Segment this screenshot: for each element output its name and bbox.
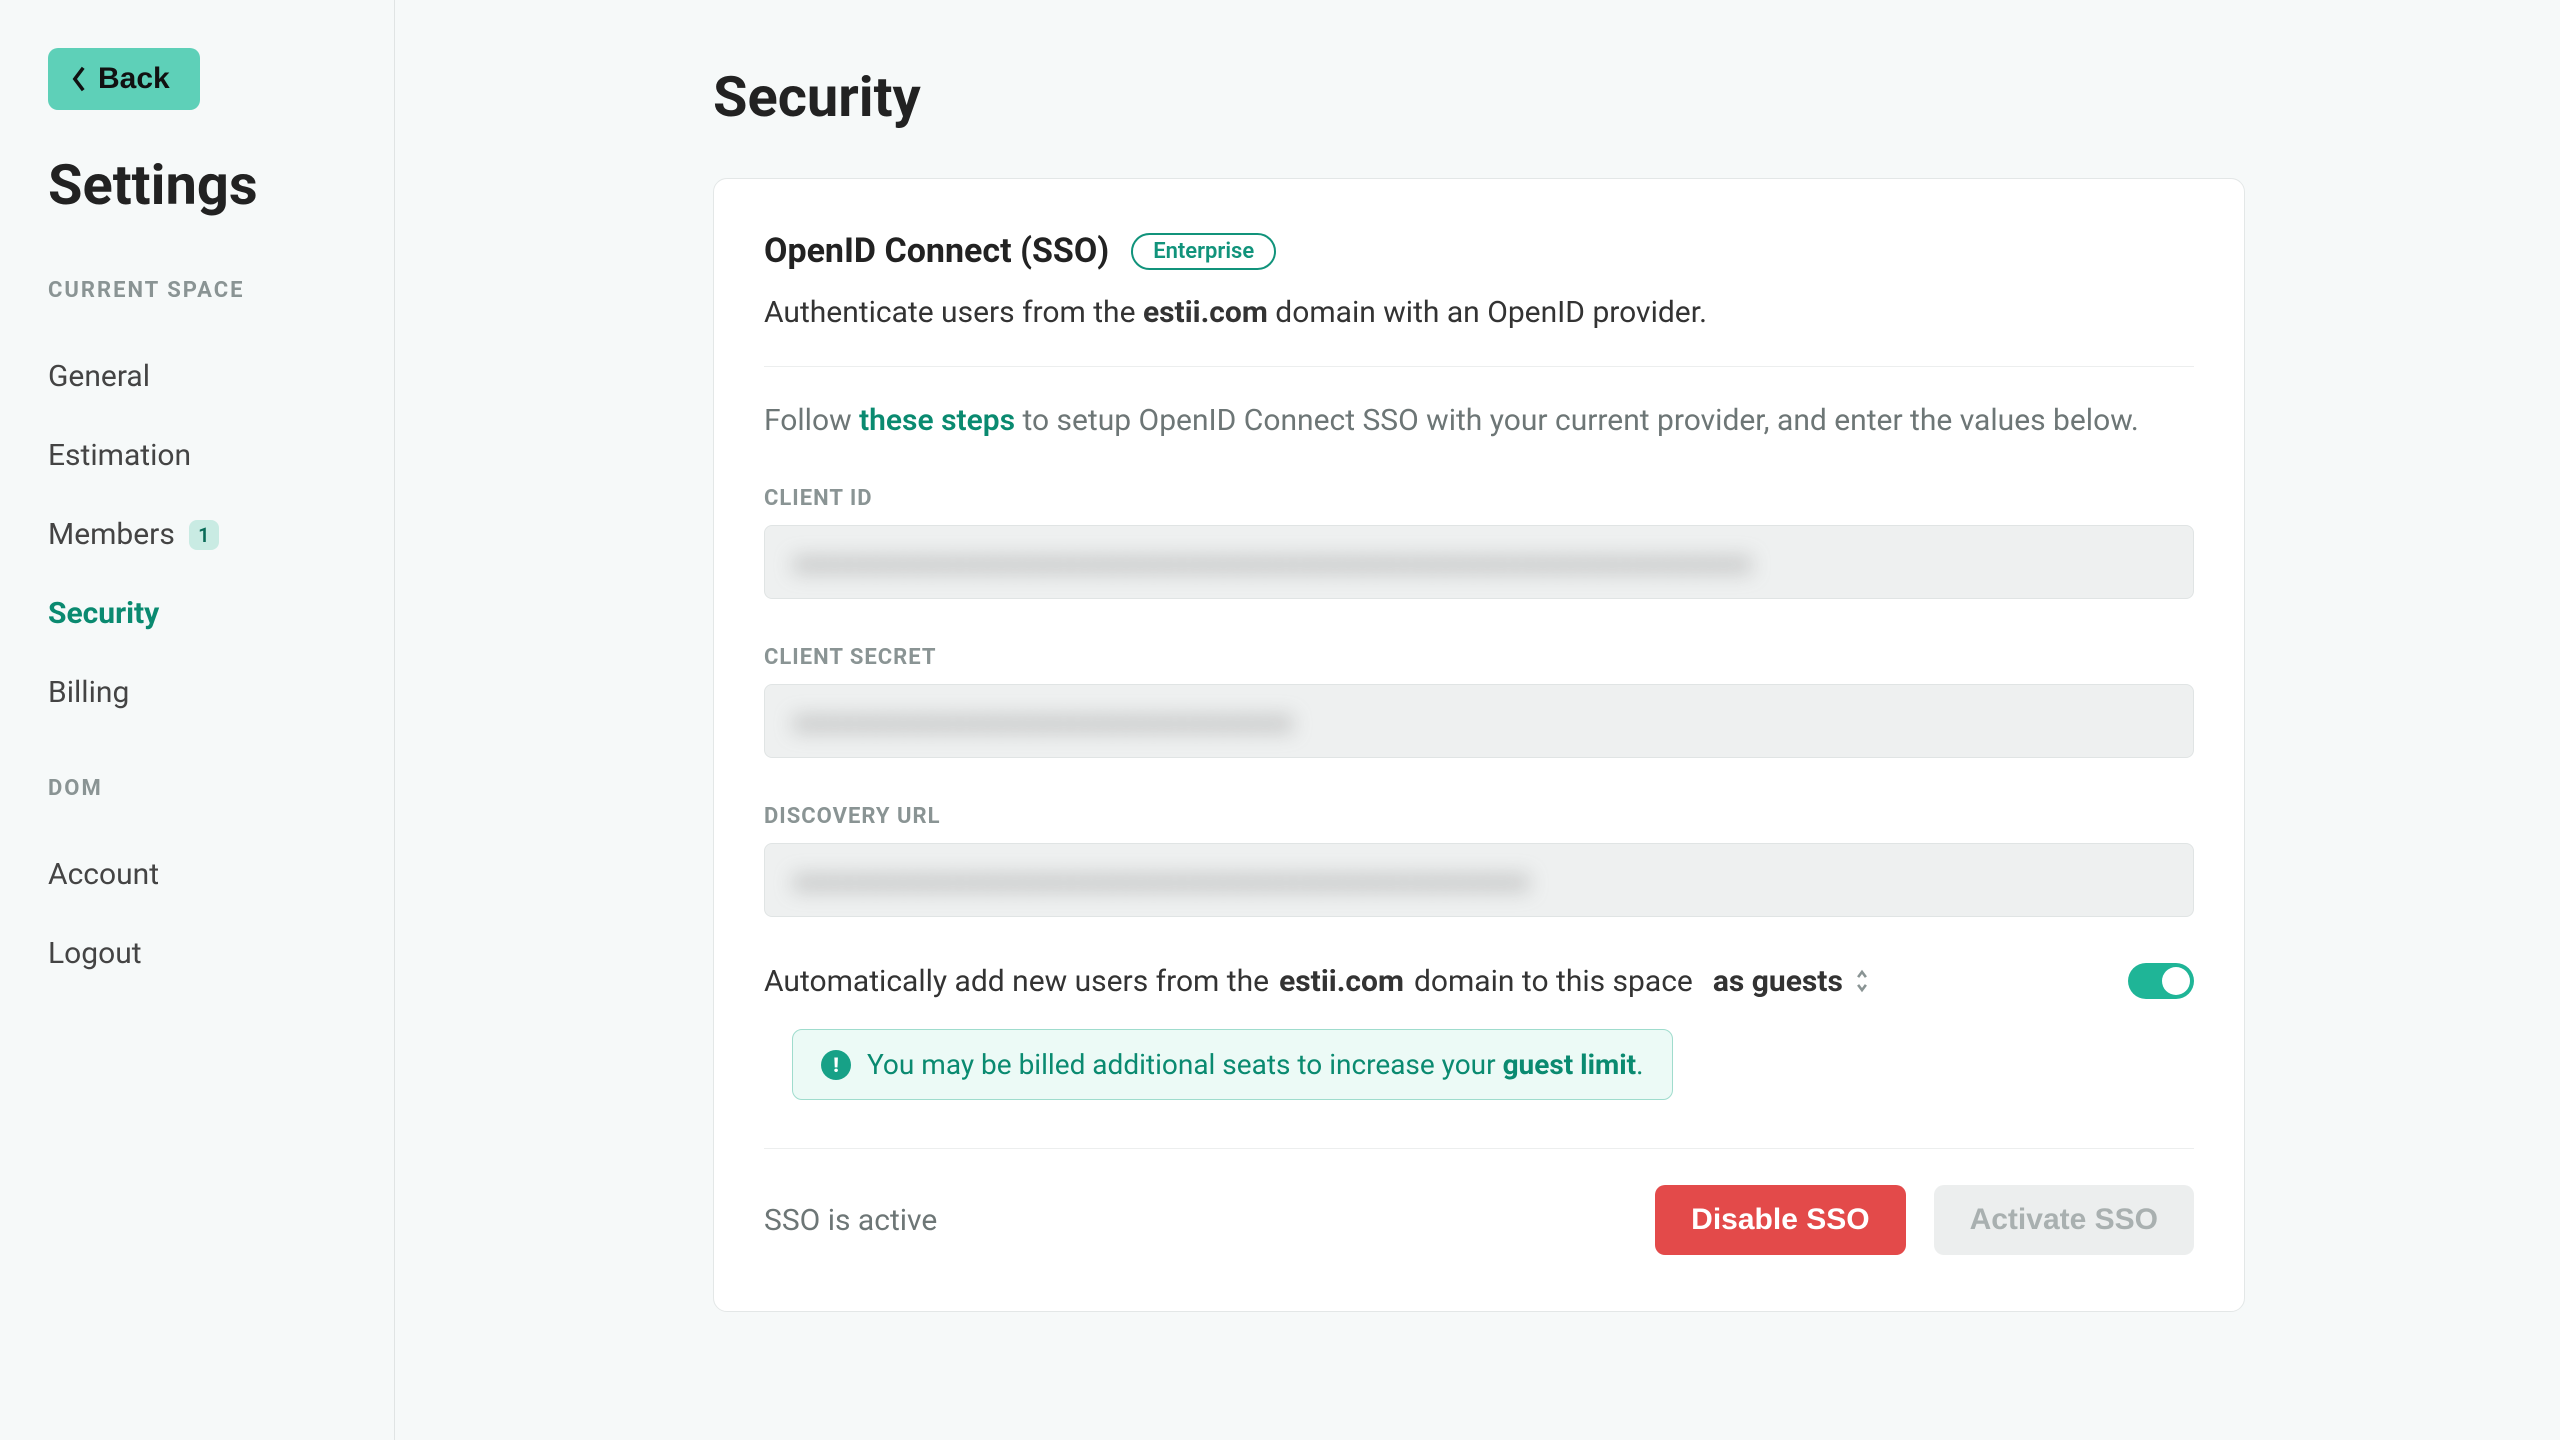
role-select[interactable]: as guests bbox=[1713, 964, 1871, 999]
client-secret-label: CLIENT SECRET bbox=[764, 645, 2194, 670]
sso-card: OpenID Connect (SSO) Enterprise Authenti… bbox=[713, 178, 2245, 1312]
client-id-label: CLIENT ID bbox=[764, 486, 2194, 511]
main-content: Security OpenID Connect (SSO) Enterprise… bbox=[395, 0, 2560, 1440]
sidebar-item-members[interactable]: Members 1 bbox=[48, 495, 346, 574]
auto-add-toggle[interactable] bbox=[2128, 963, 2194, 999]
sidebar-item-security[interactable]: Security bbox=[48, 574, 346, 653]
settings-title: Settings bbox=[48, 152, 346, 218]
members-count-badge: 1 bbox=[189, 520, 219, 550]
billing-info-box: ! You may be billed additional seats to … bbox=[792, 1029, 1673, 1100]
page-title: Security bbox=[713, 64, 2245, 130]
disable-sso-button[interactable]: Disable SSO bbox=[1655, 1185, 1905, 1255]
sso-subtitle: Authenticate users from the estii.com do… bbox=[764, 295, 2194, 330]
sidebar-item-estimation[interactable]: Estimation bbox=[48, 416, 346, 495]
client-id-input[interactable]: xxxxxxxxxxxxxxxxxxxxxxxxxxxxxxxxxxxxxxxx… bbox=[764, 525, 2194, 599]
auto-add-label: Automatically add new users from the est… bbox=[764, 964, 1871, 999]
sidebar-item-general[interactable]: General bbox=[48, 337, 346, 416]
activate-sso-button: Activate SSO bbox=[1934, 1185, 2194, 1255]
back-button-label: Back bbox=[98, 62, 170, 96]
nav-user: Account Logout bbox=[48, 835, 346, 993]
nav-current-space: General Estimation Members 1 Security Bi… bbox=[48, 337, 346, 732]
enterprise-pill: Enterprise bbox=[1131, 233, 1276, 270]
sso-instructions: Follow these steps to setup OpenID Conne… bbox=[764, 403, 2194, 438]
settings-sidebar: Back Settings CURRENT SPACE General Esti… bbox=[0, 0, 395, 1440]
section-current-space: CURRENT SPACE bbox=[48, 278, 346, 303]
sso-status: SSO is active bbox=[764, 1203, 937, 1238]
divider bbox=[764, 1148, 2194, 1149]
divider bbox=[764, 366, 2194, 367]
client-secret-input[interactable]: xxxxxxxxxxxxxxxxxxxxxxxxxxxxxxxxxxxx bbox=[764, 684, 2194, 758]
discovery-url-input[interactable]: xxxxxxxxxxxxxxxxxxxxxxxxxxxxxxxxxxxxxxxx… bbox=[764, 843, 2194, 917]
discovery-url-label: DISCOVERY URL bbox=[764, 804, 2194, 829]
these-steps-link[interactable]: these steps bbox=[859, 403, 1015, 438]
sidebar-item-logout[interactable]: Logout bbox=[48, 914, 346, 993]
back-button[interactable]: Back bbox=[48, 48, 200, 110]
section-user: DOM bbox=[48, 776, 346, 801]
sidebar-item-account[interactable]: Account bbox=[48, 835, 346, 914]
sidebar-item-billing[interactable]: Billing bbox=[48, 653, 346, 732]
chevron-left-icon bbox=[70, 65, 88, 93]
sso-card-title: OpenID Connect (SSO) bbox=[764, 231, 1109, 271]
sort-icon bbox=[1853, 968, 1871, 994]
info-icon: ! bbox=[821, 1050, 851, 1080]
